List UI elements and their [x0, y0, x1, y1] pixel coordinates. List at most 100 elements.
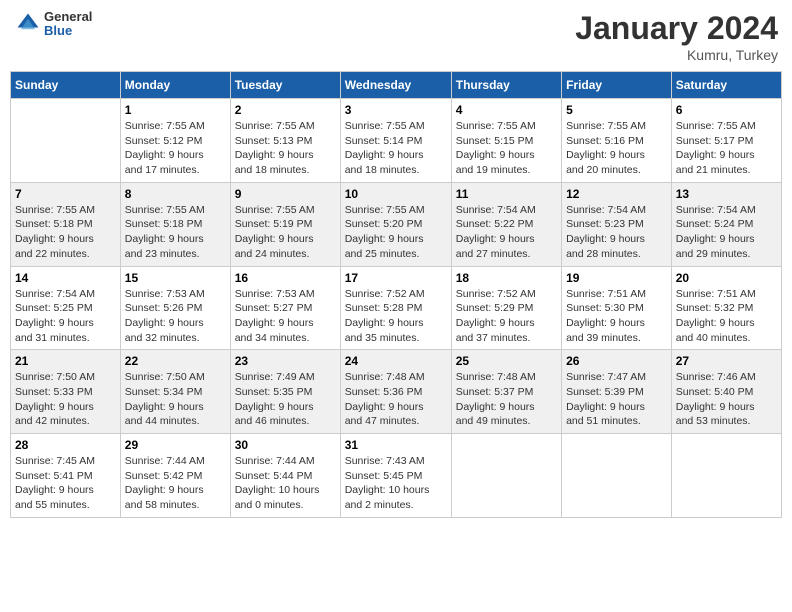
cell-info: Sunrise: 7:51 AM Sunset: 5:32 PM Dayligh… [676, 287, 777, 346]
cell-info: Sunrise: 7:53 AM Sunset: 5:27 PM Dayligh… [235, 287, 336, 346]
calendar-cell: 1Sunrise: 7:55 AM Sunset: 5:12 PM Daylig… [120, 99, 230, 183]
calendar-cell: 20 Sunrise: 7:51 AM Sunset: 5:32 PM Dayli… [671, 266, 781, 350]
cell-info: Sunrise: 7:49 AM Sunset: 5:35 PM Dayligh… [235, 370, 336, 429]
cell-info: Sunrise: 7:54 AM Sunset: 5:22 PM Dayligh… [456, 203, 557, 262]
day-number: 27 [676, 354, 777, 368]
day-number: 5 [566, 103, 667, 117]
day-number: 17 [345, 271, 447, 285]
day-number: 16 [235, 271, 336, 285]
day-number: 29 [125, 438, 226, 452]
cell-info: Sunrise: 7:54 AM Sunset: 5:25 PM Dayligh… [15, 287, 116, 346]
calendar-cell: 11 Sunrise: 7:54 AM Sunset: 5:22 PM Dayli… [451, 182, 561, 266]
cell-info: Sunrise: 7:53 AM Sunset: 5:26 PM Dayligh… [125, 287, 226, 346]
calendar-cell: 18 Sunrise: 7:52 AM Sunset: 5:29 PM Dayli… [451, 266, 561, 350]
day-number: 6 [676, 103, 777, 117]
column-header-wednesday: Wednesday [340, 72, 451, 99]
calendar-week-row: 21 Sunrise: 7:50 AM Sunset: 5:33 PM Dayli… [11, 350, 782, 434]
calendar-cell: 4 Sunrise: 7:55 AM Sunset: 5:15 PM Daylig… [451, 99, 561, 183]
cell-info: Sunrise: 7:50 AM Sunset: 5:34 PM Dayligh… [125, 370, 226, 429]
cell-info: Sunrise: 7:48 AM Sunset: 5:37 PM Dayligh… [456, 370, 557, 429]
calendar-cell: 13Sunrise: 7:54 AM Sunset: 5:24 PM Dayli… [671, 182, 781, 266]
cell-info: Sunrise: 7:54 AM Sunset: 5:24 PM Dayligh… [676, 203, 777, 262]
calendar-week-row: 28Sunrise: 7:45 AM Sunset: 5:41 PM Dayli… [11, 434, 782, 518]
title-block: January 2024 Kumru, Turkey [575, 10, 778, 63]
cell-info: Sunrise: 7:55 AM Sunset: 5:16 PM Dayligh… [566, 119, 667, 178]
calendar-cell: 27Sunrise: 7:46 AM Sunset: 5:40 PM Dayli… [671, 350, 781, 434]
cell-info: Sunrise: 7:52 AM Sunset: 5:29 PM Dayligh… [456, 287, 557, 346]
cell-info: Sunrise: 7:50 AM Sunset: 5:33 PM Dayligh… [15, 370, 116, 429]
cell-info: Sunrise: 7:55 AM Sunset: 5:17 PM Dayligh… [676, 119, 777, 178]
day-number: 7 [15, 187, 116, 201]
cell-info: Sunrise: 7:55 AM Sunset: 5:12 PM Dayligh… [125, 119, 226, 178]
logo-blue-text: Blue [44, 24, 92, 38]
page-header: General Blue January 2024 Kumru, Turkey [10, 10, 782, 63]
day-number: 8 [125, 187, 226, 201]
cell-info: Sunrise: 7:44 AM Sunset: 5:44 PM Dayligh… [235, 454, 336, 513]
day-number: 21 [15, 354, 116, 368]
calendar-cell: 12Sunrise: 7:54 AM Sunset: 5:23 PM Dayli… [562, 182, 672, 266]
cell-info: Sunrise: 7:55 AM Sunset: 5:15 PM Dayligh… [456, 119, 557, 178]
day-number: 23 [235, 354, 336, 368]
column-header-saturday: Saturday [671, 72, 781, 99]
day-number: 3 [345, 103, 447, 117]
calendar-cell: 29 Sunrise: 7:44 AM Sunset: 5:42 PM Dayli… [120, 434, 230, 518]
cell-info: Sunrise: 7:55 AM Sunset: 5:18 PM Dayligh… [15, 203, 116, 262]
calendar-cell: 15 Sunrise: 7:53 AM Sunset: 5:26 PM Dayli… [120, 266, 230, 350]
month-title: January 2024 [575, 10, 778, 47]
day-number: 11 [456, 187, 557, 201]
day-number: 15 [125, 271, 226, 285]
calendar-cell: 22 Sunrise: 7:50 AM Sunset: 5:34 PM Dayli… [120, 350, 230, 434]
cell-info: Sunrise: 7:55 AM Sunset: 5:14 PM Dayligh… [345, 119, 447, 178]
calendar-cell [11, 99, 121, 183]
cell-info: Sunrise: 7:55 AM Sunset: 5:20 PM Dayligh… [345, 203, 447, 262]
calendar-cell: 25Sunrise: 7:48 AM Sunset: 5:37 PM Dayli… [451, 350, 561, 434]
calendar-week-row: 7 Sunrise: 7:55 AM Sunset: 5:18 PM Daylig… [11, 182, 782, 266]
day-number: 19 [566, 271, 667, 285]
calendar-cell: 3 Sunrise: 7:55 AM Sunset: 5:14 PM Daylig… [340, 99, 451, 183]
column-header-sunday: Sunday [11, 72, 121, 99]
calendar-week-row: 14 Sunrise: 7:54 AM Sunset: 5:25 PM Dayli… [11, 266, 782, 350]
column-header-friday: Friday [562, 72, 672, 99]
cell-info: Sunrise: 7:47 AM Sunset: 5:39 PM Dayligh… [566, 370, 667, 429]
day-number: 20 [676, 271, 777, 285]
calendar-cell: 16 Sunrise: 7:53 AM Sunset: 5:27 PM Dayli… [230, 266, 340, 350]
column-header-thursday: Thursday [451, 72, 561, 99]
calendar-cell: 10 Sunrise: 7:55 AM Sunset: 5:20 PM Dayli… [340, 182, 451, 266]
logo-icon [14, 10, 42, 38]
calendar-cell: 17 Sunrise: 7:52 AM Sunset: 5:28 PM Dayli… [340, 266, 451, 350]
day-number: 10 [345, 187, 447, 201]
calendar-cell: 26Sunrise: 7:47 AM Sunset: 5:39 PM Dayli… [562, 350, 672, 434]
calendar-cell: 9 Sunrise: 7:55 AM Sunset: 5:19 PM Daylig… [230, 182, 340, 266]
cell-info: Sunrise: 7:43 AM Sunset: 5:45 PM Dayligh… [345, 454, 447, 513]
calendar-cell [562, 434, 672, 518]
cell-info: Sunrise: 7:55 AM Sunset: 5:13 PM Dayligh… [235, 119, 336, 178]
day-number: 22 [125, 354, 226, 368]
cell-info: Sunrise: 7:44 AM Sunset: 5:42 PM Dayligh… [125, 454, 226, 513]
calendar-table: SundayMondayTuesdayWednesdayThursdayFrid… [10, 71, 782, 518]
day-number: 18 [456, 271, 557, 285]
cell-info: Sunrise: 7:51 AM Sunset: 5:30 PM Dayligh… [566, 287, 667, 346]
day-number: 2 [235, 103, 336, 117]
logo-text: General Blue [44, 10, 92, 39]
cell-info: Sunrise: 7:52 AM Sunset: 5:28 PM Dayligh… [345, 287, 447, 346]
cell-info: Sunrise: 7:55 AM Sunset: 5:18 PM Dayligh… [125, 203, 226, 262]
day-number: 9 [235, 187, 336, 201]
cell-info: Sunrise: 7:55 AM Sunset: 5:19 PM Dayligh… [235, 203, 336, 262]
day-number: 4 [456, 103, 557, 117]
calendar-cell: 30 Sunrise: 7:44 AM Sunset: 5:44 PM Dayli… [230, 434, 340, 518]
calendar-cell: 2 Sunrise: 7:55 AM Sunset: 5:13 PM Daylig… [230, 99, 340, 183]
calendar-cell [671, 434, 781, 518]
location-text: Kumru, Turkey [575, 47, 778, 63]
logo: General Blue [14, 10, 92, 39]
calendar-cell: 7 Sunrise: 7:55 AM Sunset: 5:18 PM Daylig… [11, 182, 121, 266]
day-number: 30 [235, 438, 336, 452]
calendar-cell [451, 434, 561, 518]
day-number: 24 [345, 354, 447, 368]
day-number: 31 [345, 438, 447, 452]
calendar-cell: 5 Sunrise: 7:55 AM Sunset: 5:16 PM Daylig… [562, 99, 672, 183]
logo-general-text: General [44, 10, 92, 24]
day-number: 12 [566, 187, 667, 201]
day-number: 28 [15, 438, 116, 452]
column-header-monday: Monday [120, 72, 230, 99]
day-number: 14 [15, 271, 116, 285]
